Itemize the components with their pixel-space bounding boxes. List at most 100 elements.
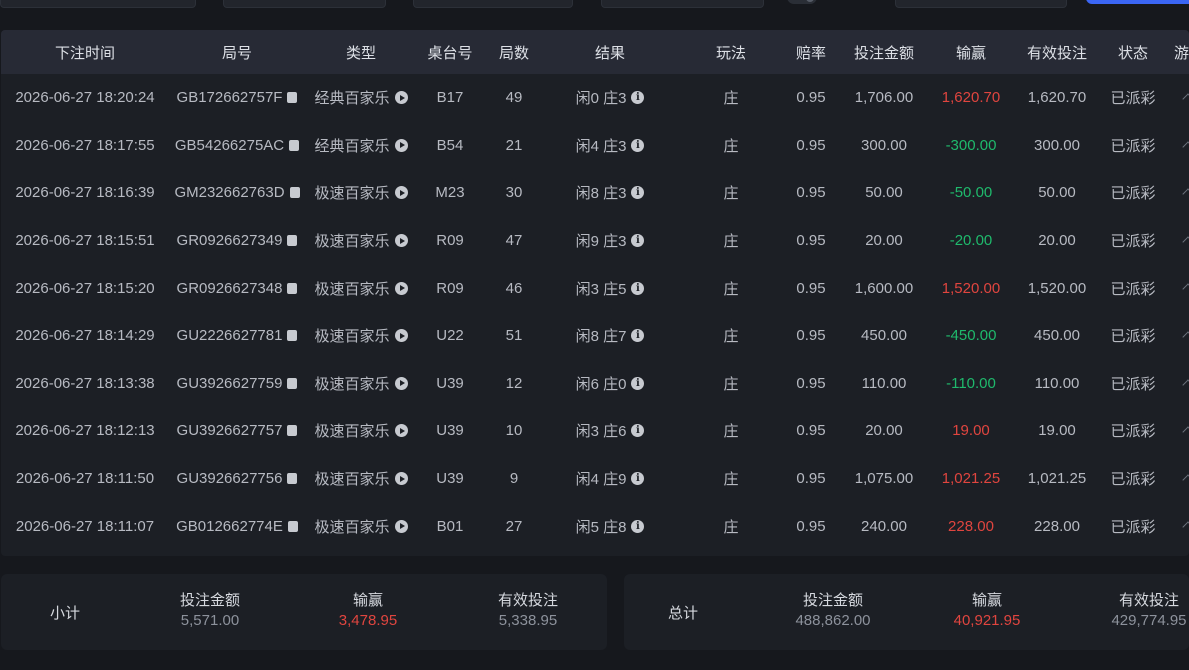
copy-icon[interactable] — [287, 520, 298, 532]
cell-type[interactable]: 极速百家乐 — [305, 169, 417, 217]
copy-icon[interactable] — [287, 235, 298, 247]
cell-bet-amount: 1,706.00 — [835, 74, 933, 122]
copy-icon[interactable] — [287, 377, 298, 389]
date-range-filter[interactable] — [0, 0, 196, 8]
status-filter[interactable] — [895, 0, 1067, 8]
cell-round-id[interactable]: GU3926627757 — [169, 407, 305, 455]
cell-win-loss-text: -20.00 — [949, 232, 993, 250]
play-icon[interactable] — [394, 138, 408, 152]
header-table-no[interactable]: 桌台号 — [417, 30, 483, 74]
cell-type[interactable]: 经典百家乐 — [305, 74, 417, 122]
game-type-filter[interactable] — [413, 0, 573, 8]
expand-chevron-icon[interactable] — [1182, 331, 1189, 343]
cell-round-id[interactable]: GR0926627348 — [169, 264, 305, 312]
cell-result[interactable]: 闲8 庄3 i — [545, 169, 675, 217]
round-id-filter[interactable] — [223, 0, 386, 8]
expand-chevron-icon[interactable] — [1182, 283, 1189, 296]
cell-round-id-text: GR0926627349 — [176, 232, 283, 250]
info-icon[interactable]: i — [631, 472, 645, 486]
info-icon[interactable]: i — [631, 138, 645, 152]
expand-chevron-icon[interactable] — [1182, 521, 1189, 534]
cell-type[interactable]: 极速百家乐 — [305, 502, 417, 550]
info-icon[interactable]: i — [631, 186, 645, 200]
table-filter[interactable] — [601, 0, 764, 8]
copy-icon[interactable] — [287, 330, 298, 342]
header-round-id[interactable]: 局号 — [169, 30, 305, 74]
cell-bet-type-text: 庄 — [723, 185, 739, 203]
cell-round-no: 27 — [483, 502, 545, 550]
play-icon[interactable] — [394, 186, 408, 200]
header-game[interactable]: 游戏 — [1169, 30, 1189, 74]
play-icon[interactable] — [394, 376, 408, 390]
cell-type[interactable]: 极速百家乐 — [305, 360, 417, 408]
copy-icon[interactable] — [287, 473, 298, 485]
cell-result[interactable]: 闲4 庄3 i — [545, 122, 675, 170]
expand-chevron-icon[interactable] — [1182, 188, 1189, 200]
cell-type[interactable]: 极速百家乐 — [305, 455, 417, 503]
cell-round-id[interactable]: GU3926627759 — [169, 360, 305, 408]
copy-icon[interactable] — [289, 139, 300, 151]
info-icon[interactable]: i — [631, 234, 645, 248]
header-round-no[interactable]: 局数 — [483, 30, 545, 74]
copy-icon[interactable] — [287, 92, 298, 104]
header-odds[interactable]: 赔率 — [787, 30, 835, 74]
header-result[interactable]: 结果 — [545, 30, 675, 74]
expand-chevron-icon[interactable] — [1182, 474, 1189, 486]
cell-round-id[interactable]: GU3926627756 — [169, 455, 305, 503]
play-icon[interactable] — [394, 519, 408, 533]
cell-type[interactable]: 极速百家乐 — [305, 407, 417, 455]
cell-result[interactable]: 闲4 庄9 i — [545, 455, 675, 503]
copy-icon[interactable] — [287, 425, 298, 437]
header-bet-time[interactable]: 下注时间 — [1, 30, 169, 74]
cell-round-id[interactable]: GM232662763D — [169, 169, 305, 217]
info-icon[interactable]: i — [631, 91, 645, 105]
play-icon[interactable] — [394, 472, 408, 486]
play-icon[interactable] — [394, 329, 408, 343]
expand-chevron-icon[interactable] — [1182, 378, 1189, 391]
cell-type[interactable]: 极速百家乐 — [305, 217, 417, 265]
cell-round-id[interactable]: GR0926627349 — [169, 217, 305, 265]
cell-result[interactable]: 闲9 庄3 i — [545, 217, 675, 265]
cell-result[interactable]: 闲0 庄3 i — [545, 74, 675, 122]
cell-bet-type: 庄 — [675, 122, 787, 170]
cell-result[interactable]: 闲8 庄7 i — [545, 312, 675, 360]
header-type[interactable]: 类型 — [305, 30, 417, 74]
info-icon[interactable]: i — [631, 519, 645, 533]
info-icon[interactable]: i — [631, 424, 645, 438]
copy-icon[interactable] — [289, 187, 300, 199]
header-win-loss[interactable]: 输赢 — [933, 30, 1009, 74]
copy-icon[interactable] — [287, 282, 298, 294]
play-icon[interactable] — [394, 424, 408, 438]
expand-chevron-icon[interactable] — [1182, 140, 1189, 153]
cell-result[interactable]: 闲6 庄0 i — [545, 360, 675, 408]
subtotal-valid-value: 5,338.95 — [498, 612, 558, 629]
cell-type[interactable]: 经典百家乐 — [305, 122, 417, 170]
cell-type[interactable]: 极速百家乐 — [305, 312, 417, 360]
cell-round-id[interactable]: GB54266275AC — [169, 122, 305, 170]
cell-round-id[interactable]: GU2226627781 — [169, 312, 305, 360]
cell-round-id[interactable]: GB012662774E — [169, 502, 305, 550]
expand-chevron-icon[interactable] — [1182, 426, 1189, 438]
header-valid-bet[interactable]: 有效投注 — [1009, 30, 1105, 74]
expand-chevron-icon[interactable] — [1182, 93, 1189, 105]
info-icon[interactable]: i — [631, 376, 645, 390]
table-header: 下注时间 局号 类型 桌台号 局数 结果 玩法 赔率 投注金额 输赢 有效投注 … — [1, 30, 1189, 74]
cell-result[interactable]: 闲3 庄5 i — [545, 264, 675, 312]
expand-chevron-icon[interactable] — [1182, 236, 1189, 248]
header-status[interactable]: 状态 — [1105, 30, 1161, 74]
cell-result-text: 闲4 庄3 — [575, 137, 627, 155]
filter-toggle[interactable] — [787, 0, 817, 4]
cell-result-text: 闲6 庄0 — [575, 375, 627, 393]
header-bet-amount[interactable]: 投注金额 — [835, 30, 933, 74]
cell-result[interactable]: 闲5 庄8 i — [545, 502, 675, 550]
search-button[interactable] — [1086, 0, 1189, 4]
cell-result[interactable]: 闲3 庄6 i — [545, 407, 675, 455]
play-icon[interactable] — [394, 234, 408, 248]
play-icon[interactable] — [394, 91, 408, 105]
cell-round-id[interactable]: GB172662757F — [169, 74, 305, 122]
info-icon[interactable]: i — [631, 329, 645, 343]
info-icon[interactable]: i — [631, 281, 645, 295]
play-icon[interactable] — [394, 281, 408, 295]
cell-type[interactable]: 极速百家乐 — [305, 264, 417, 312]
header-bet-type[interactable]: 玩法 — [675, 30, 787, 74]
